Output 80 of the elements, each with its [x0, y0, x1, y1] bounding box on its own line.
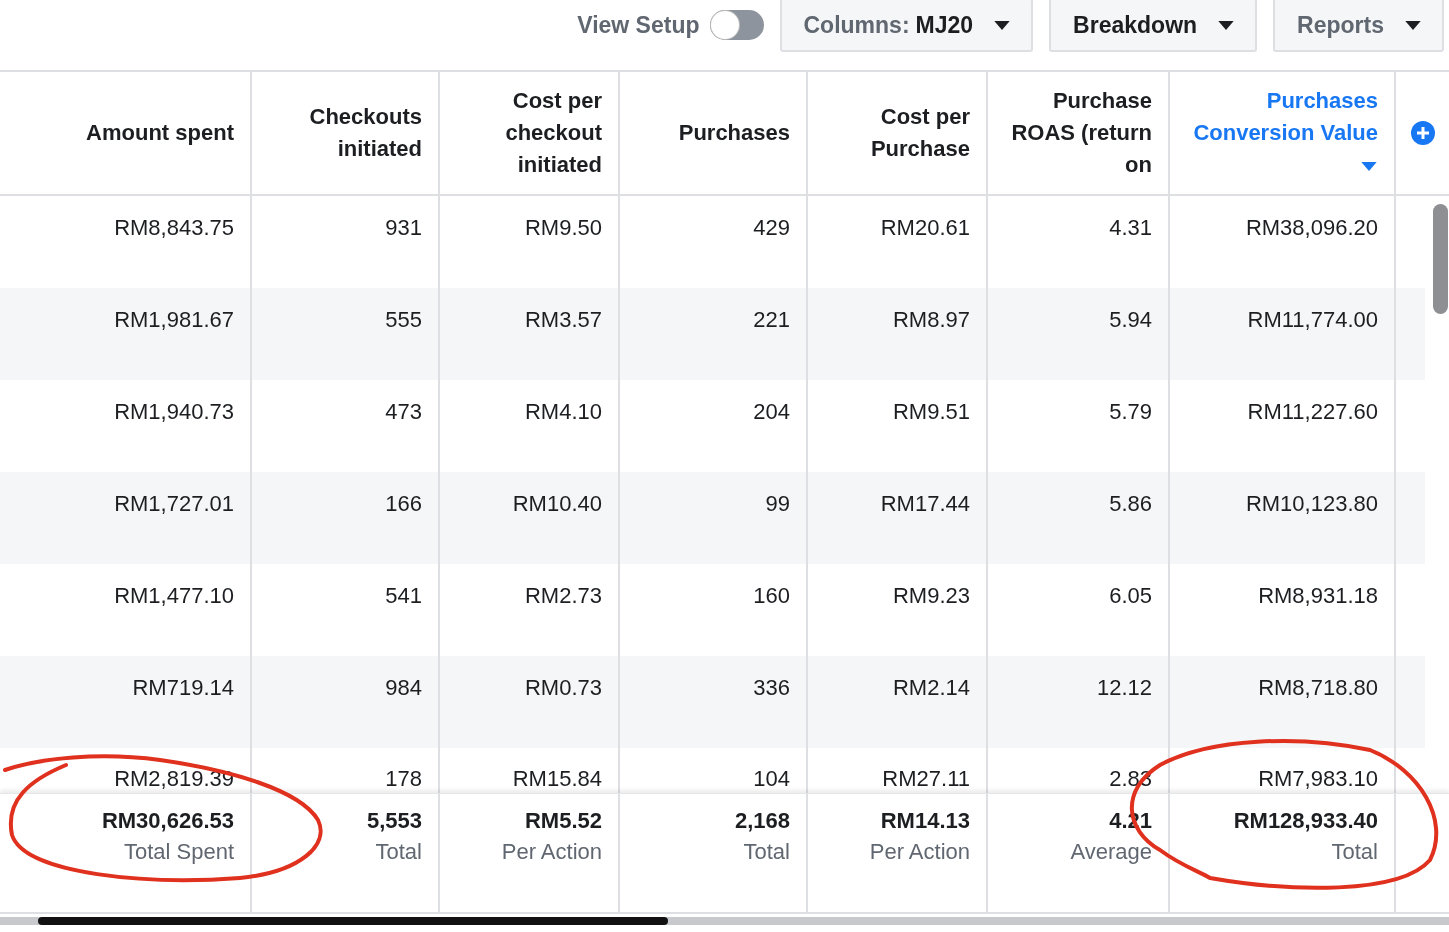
table-cell: 429	[753, 215, 790, 240]
total-value: 5,553	[366, 807, 422, 835]
caret-icon	[993, 19, 1012, 31]
table-cell: 4.31	[1109, 215, 1152, 240]
scrollbar[interactable]	[1433, 204, 1448, 314]
table-cell: RM9.23	[892, 583, 970, 608]
total-label: Per Action	[501, 838, 602, 866]
column-header[interactable]: Cost per checkout initiated	[440, 85, 602, 181]
table-cell: 104	[753, 766, 790, 791]
table-cell: 99	[765, 491, 790, 516]
column-header[interactable]: Purchases	[678, 117, 790, 149]
table-cell: RM10,123.80	[1245, 491, 1378, 516]
table-cell: 555	[385, 307, 422, 332]
table-cell: 160	[753, 583, 790, 608]
table-cell: 5.94	[1109, 307, 1152, 332]
table-cell: RM11,227.60	[1247, 399, 1378, 424]
table-cell: RM0.73	[524, 675, 602, 700]
table-cell: 12.12	[1096, 675, 1152, 700]
table-cell: RM10.40	[512, 491, 602, 516]
total-label: Total	[743, 838, 790, 866]
table-cell: 166	[385, 491, 422, 516]
table-cell: 931	[385, 215, 422, 240]
table-cell: RM2,819.39	[114, 766, 234, 791]
table-cell: RM17.44	[880, 491, 970, 516]
view-setup-label: View Setup	[577, 12, 700, 39]
table-cell: 221	[753, 307, 790, 332]
table-cell: RM1,477.10	[114, 583, 234, 608]
total-label: Total	[1331, 838, 1378, 866]
table-cell: RM719.14	[132, 675, 234, 700]
table-cell: RM8.97	[892, 307, 970, 332]
dropdown-button[interactable]: Reports	[1273, 0, 1444, 52]
column-header[interactable]: Purchases Conversion Value	[1170, 85, 1378, 181]
table-cell: RM27.11	[882, 766, 970, 791]
caret-icon	[1217, 19, 1236, 31]
table-cell: RM8,843.75	[114, 215, 234, 240]
table-cell: RM4.10	[524, 399, 602, 424]
total-value: 2,168	[734, 807, 790, 835]
total-value: RM14.13	[880, 807, 970, 835]
add-column-icon[interactable]	[1410, 121, 1435, 145]
table-cell: RM8,718.80	[1258, 675, 1378, 700]
table-cell: 336	[753, 675, 790, 700]
table-cell: RM9.51	[892, 399, 970, 424]
total-label: Total	[375, 838, 422, 866]
table-cell: 204	[753, 399, 790, 424]
total-label: Per Action	[869, 838, 970, 866]
view-setup-toggle[interactable]	[709, 10, 764, 40]
table-cell: RM7,983.10	[1258, 766, 1378, 791]
dropdown-button[interactable]: Breakdown	[1049, 0, 1258, 52]
column-header[interactable]: Cost per Purchase	[808, 101, 970, 165]
column-header[interactable]: Purchase ROAS (return on	[988, 85, 1152, 181]
total-label: Total Spent	[123, 838, 234, 866]
table-cell: RM9.50	[524, 215, 602, 240]
table-cell: RM11,774.00	[1247, 307, 1378, 332]
table-cell: 984	[385, 675, 422, 700]
table-cell: 5.86	[1109, 491, 1152, 516]
table-cell: 5.79	[1109, 399, 1152, 424]
column-header[interactable]: Checkouts initiated	[252, 101, 422, 165]
table-cell: RM1,727.01	[114, 491, 234, 516]
total-value: RM30,626.53	[101, 807, 234, 835]
column-header[interactable]: Amount spent	[86, 117, 234, 149]
table-cell: RM1,981.67	[114, 307, 234, 332]
table-cell: RM15.84	[512, 766, 602, 791]
table-cell: 541	[385, 583, 422, 608]
dropdown-button[interactable]: Columns: MJ20	[779, 0, 1034, 52]
table-cell: RM2.73	[524, 583, 602, 608]
table-cell: RM3.57	[524, 307, 602, 332]
table-cell: RM8,931.18	[1258, 583, 1378, 608]
caret-icon	[1360, 160, 1378, 172]
table-cell: 473	[385, 399, 422, 424]
table-cell: RM1,940.73	[114, 399, 234, 424]
table-cell: RM2.14	[892, 675, 970, 700]
total-value: RM5.52	[524, 807, 602, 835]
table-cell: RM20.61	[880, 215, 970, 240]
table-cell: RM38,096.20	[1245, 215, 1378, 240]
total-value: RM128,933.40	[1233, 807, 1378, 835]
caret-icon	[1404, 19, 1422, 31]
table-cell: 6.05	[1109, 583, 1152, 608]
total-label: Average	[1070, 838, 1152, 866]
scrollbar[interactable]	[38, 917, 668, 925]
table-cell: 178	[385, 766, 422, 791]
